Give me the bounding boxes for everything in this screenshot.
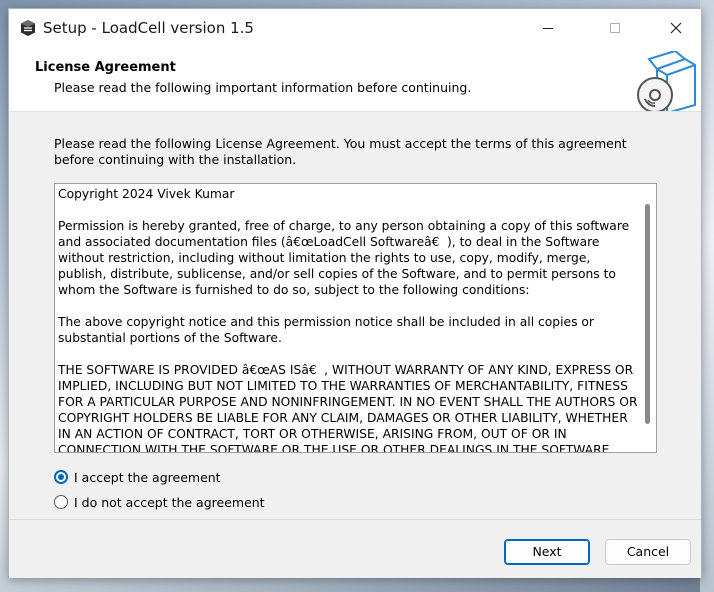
license-scrollbar[interactable] — [639, 184, 656, 452]
scrollbar-thumb[interactable] — [645, 204, 650, 424]
desktop-background — [700, 0, 714, 592]
accept-label[interactable]: I accept the agreement — [74, 470, 221, 485]
decline-label[interactable]: I do not accept the agreement — [74, 495, 265, 510]
maximize-button[interactable] — [592, 9, 638, 47]
license-textbox[interactable]: Copyright 2024 Vivek Kumar Permission is… — [54, 183, 657, 453]
close-icon — [670, 22, 682, 34]
wizard-footer: Next Cancel — [9, 519, 701, 578]
setup-box-disc-icon — [635, 49, 699, 115]
page-subtitle: Please read the following important info… — [54, 80, 472, 95]
next-button[interactable]: Next — [504, 539, 590, 565]
setup-window: Setup - LoadCell version 1.5 License Agr… — [8, 8, 702, 578]
minimize-button[interactable] — [525, 9, 571, 47]
page-title: License Agreement — [35, 60, 176, 75]
maximize-icon — [610, 23, 620, 33]
wizard-header: License Agreement Please read the follow… — [9, 47, 701, 115]
wizard-body: Please read the following License Agreem… — [9, 111, 701, 520]
installer-icon — [19, 19, 37, 37]
title-bar[interactable]: Setup - LoadCell version 1.5 — [9, 9, 701, 47]
minimize-icon — [543, 28, 553, 29]
decline-radio[interactable] — [54, 495, 68, 509]
close-button[interactable] — [653, 9, 699, 47]
instruction-text: Please read the following License Agreem… — [54, 136, 627, 167]
license-text: Copyright 2024 Vivek Kumar Permission is… — [58, 187, 638, 453]
accept-radio[interactable] — [54, 470, 68, 484]
cancel-button[interactable]: Cancel — [605, 539, 691, 565]
window-title: Setup - LoadCell version 1.5 — [43, 19, 254, 37]
